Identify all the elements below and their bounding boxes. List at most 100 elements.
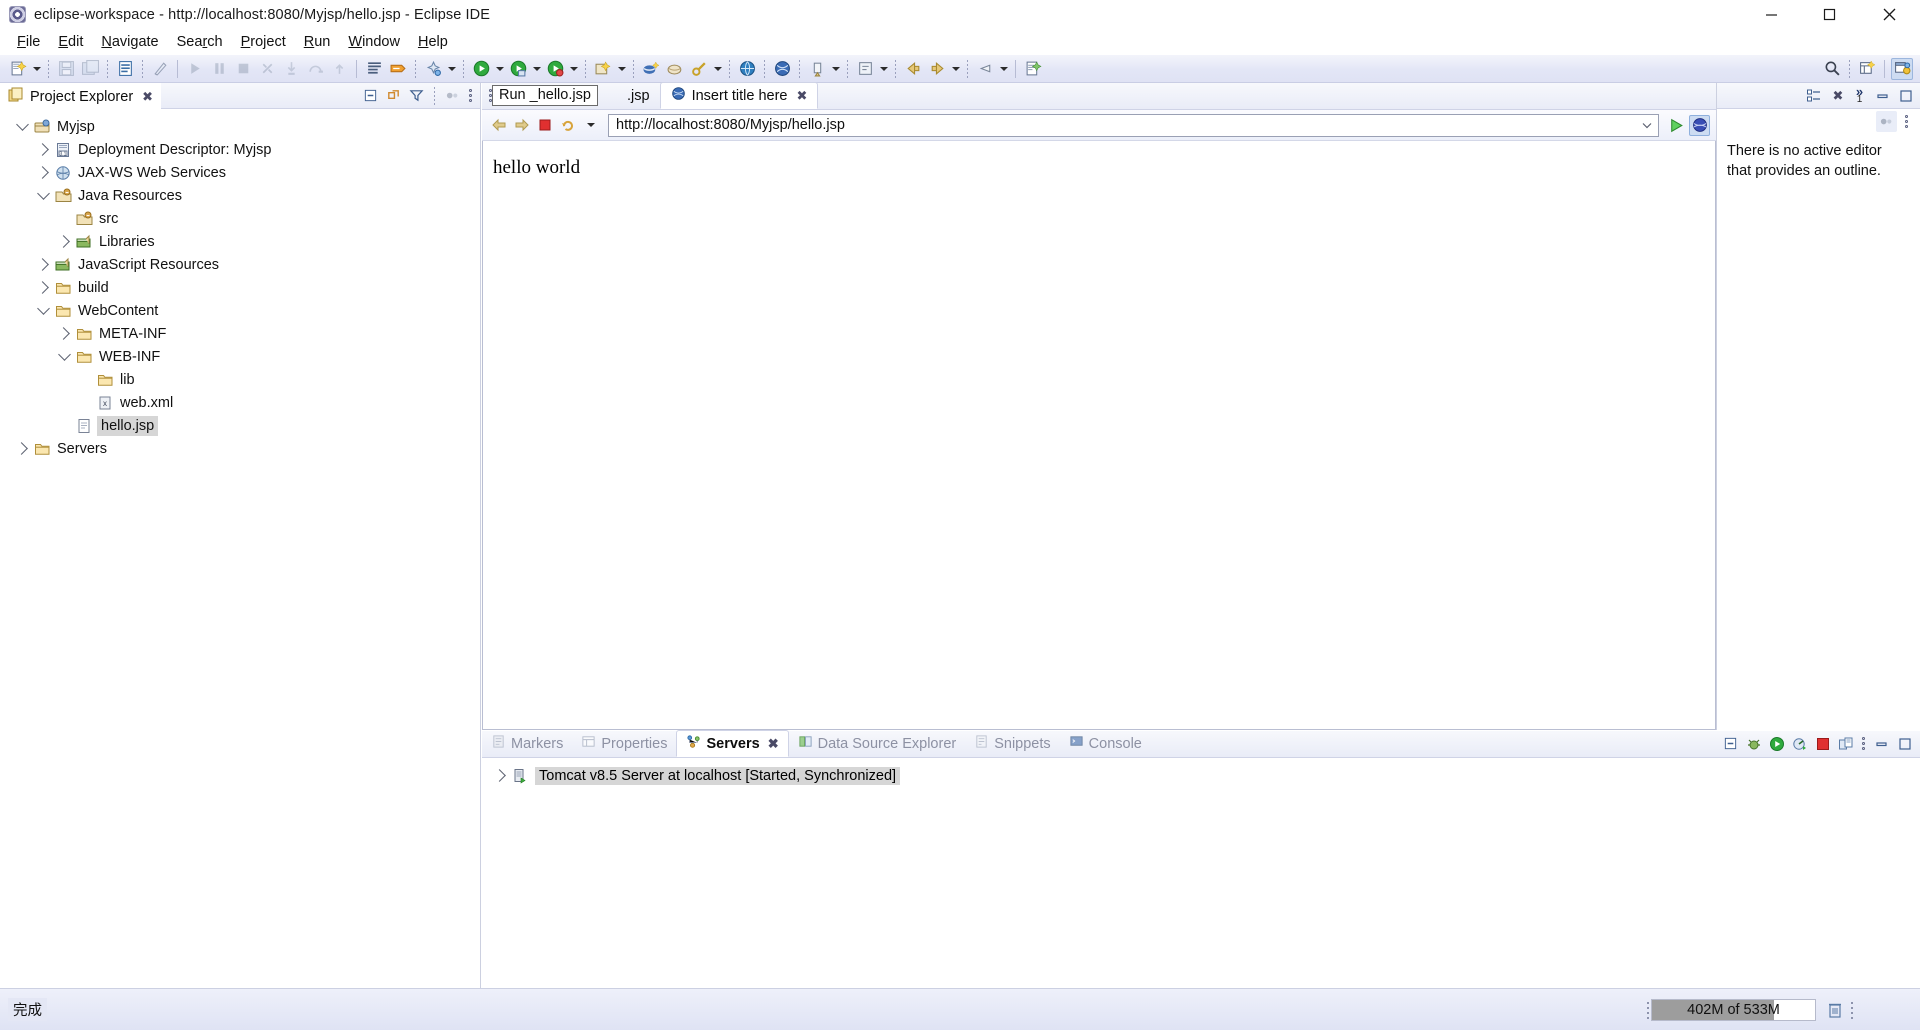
back-history-icon[interactable] [902, 58, 924, 80]
new-java-dropdown[interactable] [615, 59, 628, 79]
menu-edit[interactable]: Edit [49, 32, 92, 52]
forward-history-icon[interactable] [926, 58, 948, 80]
server-row[interactable]: Tomcat v8.5 Server at localhost [Started… [482, 764, 1920, 787]
start-server-icon[interactable] [1766, 733, 1787, 754]
maximize-icon[interactable] [1895, 85, 1916, 106]
chevron-down-icon[interactable] [33, 308, 53, 313]
open-external-browser-icon[interactable] [1689, 115, 1710, 136]
new-jsp-file-icon[interactable] [114, 58, 136, 80]
back-arrow-icon[interactable] [488, 115, 509, 136]
menu-window[interactable]: Window [339, 32, 409, 52]
new-java-project-icon[interactable] [592, 58, 614, 80]
new-editor-icon[interactable] [1022, 58, 1044, 80]
next-dropdown[interactable] [877, 59, 890, 79]
new-package-icon[interactable] [640, 58, 662, 80]
console-icon[interactable] [363, 58, 385, 80]
tree-item-web-xml[interactable]: xweb.xml [0, 391, 480, 414]
menu-file[interactable]: File [8, 32, 49, 52]
run-on-server-icon[interactable] [507, 58, 529, 80]
tree-item-libraries[interactable]: Libraries [0, 230, 480, 253]
link-with-editor-icon[interactable] [383, 85, 404, 106]
pin-editor-icon[interactable] [974, 58, 996, 80]
tab-console[interactable]: Console [1060, 730, 1151, 757]
chevron-right-icon[interactable] [12, 444, 32, 453]
maximize-icon[interactable] [1894, 733, 1915, 754]
chevron-right-icon[interactable] [490, 771, 510, 780]
heap-drag-handle[interactable] [1644, 999, 1651, 1021]
view-dots-icon[interactable] [1901, 111, 1912, 132]
close-icon[interactable]: ✖ [768, 736, 779, 752]
maximize-button[interactable] [1800, 0, 1858, 29]
profile-icon[interactable] [544, 58, 566, 80]
view-menu-icon[interactable] [1876, 111, 1897, 132]
heap-indicator[interactable]: 402M of 533M [1651, 999, 1816, 1021]
run-as-icon[interactable] [470, 58, 492, 80]
stop-icon[interactable] [534, 115, 555, 136]
chevron-right-icon[interactable] [54, 237, 74, 246]
chevron-down-icon[interactable] [1637, 115, 1656, 136]
view-dots-icon[interactable] [1858, 733, 1869, 754]
menu-navigate[interactable]: Navigate [92, 32, 167, 52]
stop-server-icon[interactable] [1812, 733, 1833, 754]
tab-markers[interactable]: Markers [482, 730, 572, 757]
tab-servers[interactable]: Servers ✖ [676, 730, 788, 757]
go-play-icon[interactable] [1666, 115, 1687, 136]
next-edit-icon[interactable] [854, 58, 876, 80]
debug-as-icon[interactable] [422, 58, 444, 80]
run-on-server-dropdown[interactable] [530, 59, 543, 79]
pin-dropdown[interactable] [997, 59, 1010, 79]
tree-item-src[interactable]: src [0, 207, 480, 230]
minimize-icon[interactable] [1871, 733, 1892, 754]
tree-item-myjsp[interactable]: Myjsp [0, 115, 480, 138]
url-input[interactable]: http://localhost:8080/Myjsp/hello.jsp [616, 117, 1637, 133]
collapse-all-icon[interactable] [1720, 733, 1741, 754]
java-ee-perspective-icon[interactable] [1891, 58, 1913, 80]
previous-annotation-icon[interactable] [806, 58, 828, 80]
url-bar[interactable]: http://localhost:8080/Myjsp/hello.jsp [608, 114, 1659, 137]
close-icon[interactable]: ✖ [1826, 85, 1847, 106]
debug-as-dropdown[interactable] [445, 59, 458, 79]
close-button[interactable] [1858, 0, 1920, 29]
tree-item-java-resources[interactable]: Java Resources [0, 184, 480, 207]
search-icon[interactable] [1821, 58, 1843, 80]
refresh-icon[interactable] [557, 115, 578, 136]
tree-item-javascript-resources[interactable]: JavaScript Resources [0, 253, 480, 276]
tree-item-jax-ws-web-services[interactable]: JAX-WS Web Services [0, 161, 480, 184]
forward-arrow-icon[interactable] [511, 115, 532, 136]
run-as-dropdown[interactable] [493, 59, 506, 79]
outline-icon[interactable] [1803, 85, 1824, 106]
chevron-right-icon[interactable] [33, 260, 53, 269]
view-menu-icon[interactable] [442, 85, 463, 106]
search-reference-icon[interactable] [688, 58, 710, 80]
history-dropdown[interactable] [949, 59, 962, 79]
trash-icon[interactable] [1822, 998, 1848, 1022]
tree-item-servers[interactable]: Servers [0, 437, 480, 460]
tree-item-deployment-descriptor-myjsp[interactable]: 3.1Deployment Descriptor: Myjsp [0, 138, 480, 161]
tab-data-source-explorer[interactable]: Data Source Explorer [789, 730, 966, 757]
tab-properties[interactable]: Properties [572, 730, 676, 757]
tree-item-webcontent[interactable]: WebContent [0, 299, 480, 322]
menu-run[interactable]: Run [295, 32, 340, 52]
previous-dropdown[interactable] [829, 59, 842, 79]
new-wizard-icon[interactable] [7, 58, 29, 80]
publish-icon[interactable] [1835, 733, 1856, 754]
menu-search[interactable]: Search [168, 32, 232, 52]
chevron-down-icon[interactable] [33, 193, 53, 198]
close-icon[interactable]: ✖ [142, 89, 153, 105]
new-perspective-icon[interactable] [1856, 58, 1878, 80]
tree-item-hello-jsp[interactable]: hello.jsp [0, 414, 480, 437]
profile-server-icon[interactable] [1789, 733, 1810, 754]
debug-server-icon[interactable] [1743, 733, 1764, 754]
new-class-icon[interactable] [664, 58, 686, 80]
view-overflow-icon[interactable]: » 1 [1849, 85, 1870, 106]
web-browser-icon[interactable] [771, 58, 793, 80]
minimize-icon[interactable] [1872, 85, 1893, 106]
tree-item-build[interactable]: build [0, 276, 480, 299]
menu-project[interactable]: Project [232, 32, 295, 52]
view-dots-icon[interactable] [465, 85, 476, 106]
tree-item-web-inf[interactable]: WEB-INF [0, 345, 480, 368]
status-drag-handle[interactable] [1848, 999, 1855, 1021]
tab-snippets[interactable]: Snippets [965, 730, 1059, 757]
close-icon[interactable]: ✖ [797, 88, 808, 104]
menu-help[interactable]: Help [409, 32, 457, 52]
